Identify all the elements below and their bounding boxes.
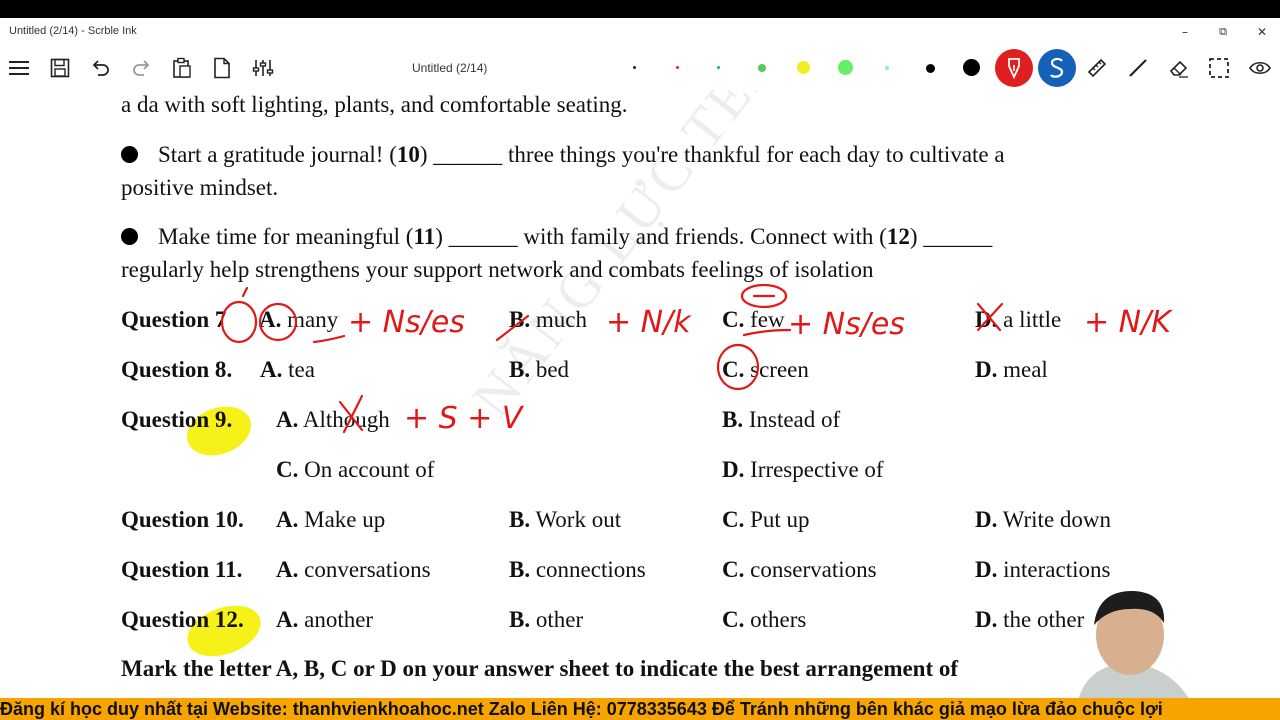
bullet-10-line2: positive mindset.	[121, 175, 279, 200]
q12-option-a[interactable]: A. another	[276, 607, 373, 633]
restore-button[interactable]: ⧉	[1208, 22, 1238, 42]
bullet-11-start: Make time for meaningful (	[158, 224, 414, 249]
q9-option-a[interactable]: A. Although	[276, 407, 390, 433]
pen-tool-blue[interactable]	[1038, 49, 1076, 87]
bullet-11-line: Make time for meaningful (11) ______ wit…	[121, 224, 992, 250]
pen-color-black-fine[interactable]	[633, 66, 636, 69]
bullet-10-end: ) ______ three things you're thankful fo…	[419, 142, 1005, 167]
pen-color-green[interactable]	[758, 64, 766, 72]
s-pen-icon	[1050, 57, 1064, 78]
pen-color-red-fine[interactable]	[676, 66, 679, 69]
q7-option-d[interactable]: D. a little	[975, 307, 1061, 333]
q11-option-a[interactable]: A. conversations	[276, 557, 431, 583]
paste-icon[interactable]	[170, 56, 194, 80]
question-11-label: Question 11.	[121, 557, 243, 582]
q11-option-c[interactable]: C. conservations	[722, 557, 877, 583]
ink-circle-q7-number	[220, 300, 258, 344]
toolbar: Untitled (2/14)	[0, 46, 1280, 90]
question-7-label: Question 7	[121, 307, 227, 332]
blank-number-10: 10	[396, 142, 420, 167]
eraser-icon[interactable]	[1167, 56, 1191, 80]
redo-icon[interactable]	[130, 56, 154, 80]
menu-icon[interactable]	[7, 56, 31, 80]
page-icon[interactable]	[210, 56, 234, 80]
q8-option-a[interactable]: A. tea	[260, 357, 315, 383]
q7-option-b[interactable]: B. much	[509, 307, 587, 333]
q10-option-b[interactable]: B. Work out	[509, 507, 621, 533]
promo-banner: Đăng kí học duy nhất tại Website: thanhv…	[0, 698, 1280, 720]
q10-option-a[interactable]: A. Make up	[276, 507, 385, 533]
question-9-label: Question 9.	[121, 407, 233, 432]
blank-number-11: 11	[413, 224, 436, 249]
line-tool-icon[interactable]	[1126, 56, 1150, 80]
question-8-label: Question 8.	[121, 357, 233, 382]
ink-note-q7-b: + N/k	[606, 305, 692, 340]
q9-option-b[interactable]: B. Instead of	[722, 407, 840, 433]
q7-option-a[interactable]: A. many	[259, 307, 338, 333]
bullet-11-mid: ) ______ with family and friends. Connec…	[435, 224, 887, 249]
pen-color-black-thick[interactable]	[963, 59, 980, 76]
ink-note-q7-c: + Ns/es	[788, 307, 905, 342]
q9-option-c[interactable]: C. On account of	[276, 457, 434, 483]
ink-note-q7-d: + N/K	[1084, 305, 1173, 340]
minimize-button[interactable]: –	[1170, 22, 1200, 42]
q8-option-c[interactable]: C. screen	[722, 357, 809, 383]
save-icon[interactable]	[48, 56, 72, 80]
bullet-10-line: Start a gratitude journal! (10) ______ t…	[121, 142, 1005, 168]
ink-note-q7-a: + Ns/es	[348, 305, 465, 340]
ink-underline-many	[312, 334, 346, 344]
pen-color-yellow[interactable]	[797, 61, 810, 74]
document-title: Untitled (2/14)	[412, 61, 488, 75]
ink-circle-minus	[740, 283, 788, 309]
settings-sliders-icon[interactable]	[251, 56, 275, 80]
bullet-10-start: Start a gratitude journal! (	[158, 142, 397, 167]
bullet-dot	[121, 146, 138, 164]
bullet-11-end: ) ______	[909, 224, 993, 249]
pen-color-aqua-fine[interactable]	[885, 66, 889, 70]
q10-option-d[interactable]: D. Write down	[975, 507, 1111, 533]
q10-option-c[interactable]: C. Put up	[722, 507, 810, 533]
ruler-icon[interactable]	[1085, 56, 1109, 80]
q9-option-d[interactable]: D. Irrespective of	[722, 457, 884, 483]
ink-tick	[241, 286, 249, 298]
close-button[interactable]: ✕	[1247, 22, 1277, 42]
lasso-select-icon[interactable]	[1207, 56, 1231, 80]
q11-option-b[interactable]: B. connections	[509, 557, 646, 583]
top-black-strip	[0, 0, 1280, 18]
q11-option-d[interactable]: D. interactions	[975, 557, 1110, 583]
window-title: Untitled (2/14) - Scrble Ink	[9, 25, 137, 37]
q8-option-b[interactable]: B. bed	[509, 357, 569, 383]
q8-option-d[interactable]: D. meal	[975, 357, 1048, 383]
pen-color-black-medium[interactable]	[926, 64, 935, 73]
intro-line: a da with soft lighting, plants, and com…	[121, 92, 628, 117]
q12-option-c[interactable]: C. others	[722, 607, 806, 633]
pen-tool-active[interactable]	[995, 49, 1033, 87]
bullet-11-line2: regularly help strengthens your support …	[121, 257, 874, 282]
pen-color-teal-fine[interactable]	[717, 66, 720, 69]
q7-option-c[interactable]: C. few	[722, 307, 785, 333]
view-eye-icon[interactable]	[1248, 56, 1272, 80]
bullet-dot	[121, 228, 138, 246]
pen-color-light-green[interactable]	[838, 60, 853, 75]
q12-option-b[interactable]: B. other	[509, 607, 583, 633]
presenter-avatar	[1068, 585, 1198, 700]
title-bar: Untitled (2/14) - Scrble Ink – ⧉ ✕	[0, 18, 1280, 46]
instruction-line: Mark the letter A, B, C or D on your ans…	[121, 656, 959, 681]
undo-icon[interactable]	[88, 56, 112, 80]
question-12-label: Question 12.	[121, 607, 244, 632]
pen-icon	[1008, 58, 1020, 79]
question-10-label: Question 10.	[121, 507, 244, 532]
blank-number-12: 12	[886, 224, 910, 249]
